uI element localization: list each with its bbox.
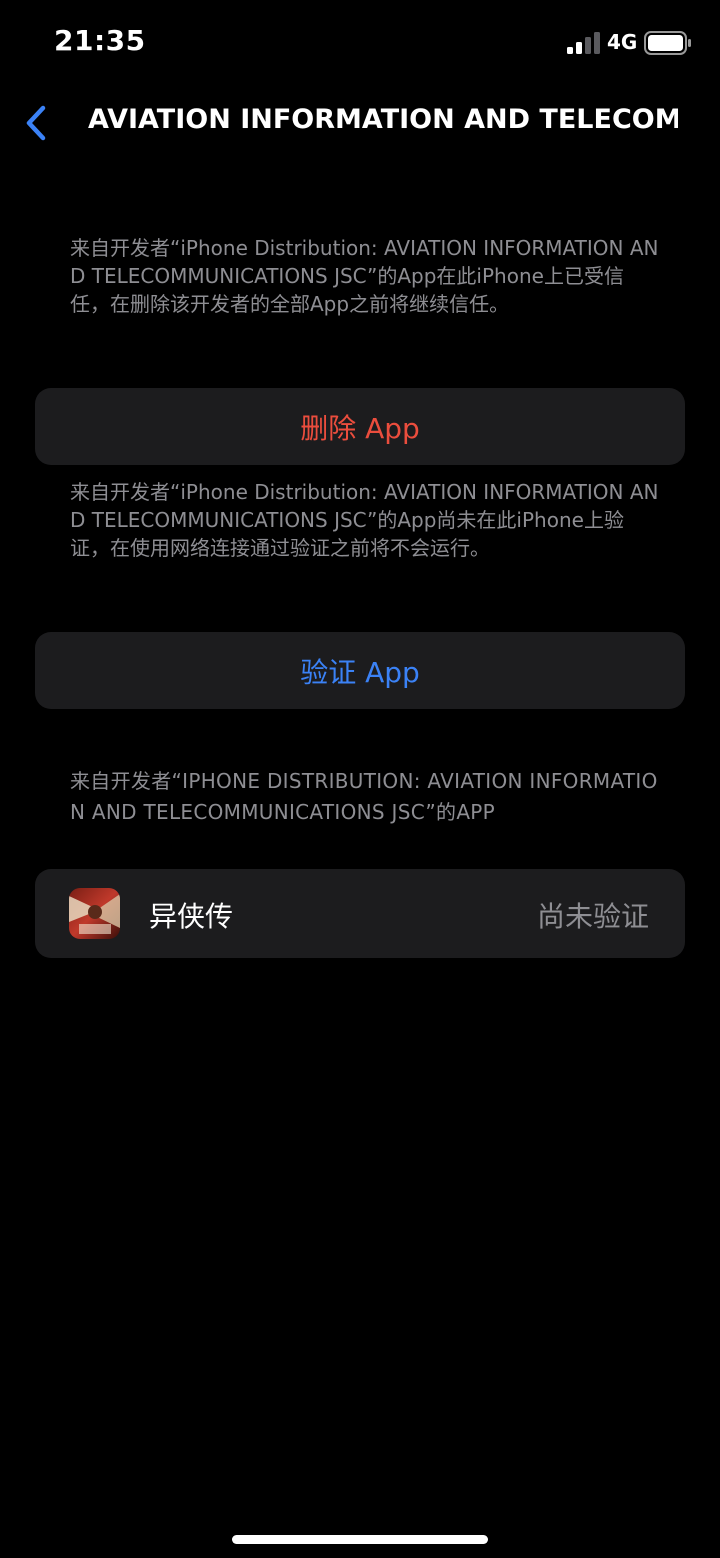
cellular-signal-icon [567, 32, 600, 54]
list-item[interactable]: 异侠传 尚未验证 [35, 869, 685, 958]
navigation-bar: AVIATION INFORMATION AND TELECOM... [0, 88, 720, 158]
app-name: 异侠传 [149, 900, 234, 933]
battery-icon [644, 31, 691, 55]
trust-description: 来自开发者“iPhone Distribution: AVIATION INFO… [70, 236, 659, 316]
delete-app-button[interactable]: 删除 App [35, 388, 685, 465]
chevron-left-icon [26, 105, 46, 141]
status-bar: 21:35 4G [0, 0, 720, 88]
status-time: 21:35 [54, 24, 146, 57]
delete-app-label: 删除 App [300, 411, 420, 445]
app-icon [69, 888, 120, 939]
verify-app-button[interactable]: 验证 App [35, 632, 685, 709]
apps-section-header: 来自开发者“IPHONE DISTRIBUTION: AVIATION INFO… [70, 769, 658, 824]
network-type: 4G [607, 30, 638, 54]
home-indicator[interactable] [232, 1535, 488, 1544]
back-button[interactable] [14, 100, 58, 146]
app-status: 尚未验证 [536, 900, 649, 933]
page-title: AVIATION INFORMATION AND TELECOM... [88, 104, 678, 135]
verify-app-label: 验证 App [300, 655, 420, 689]
verify-description: 来自开发者“iPhone Distribution: AVIATION INFO… [70, 480, 659, 560]
